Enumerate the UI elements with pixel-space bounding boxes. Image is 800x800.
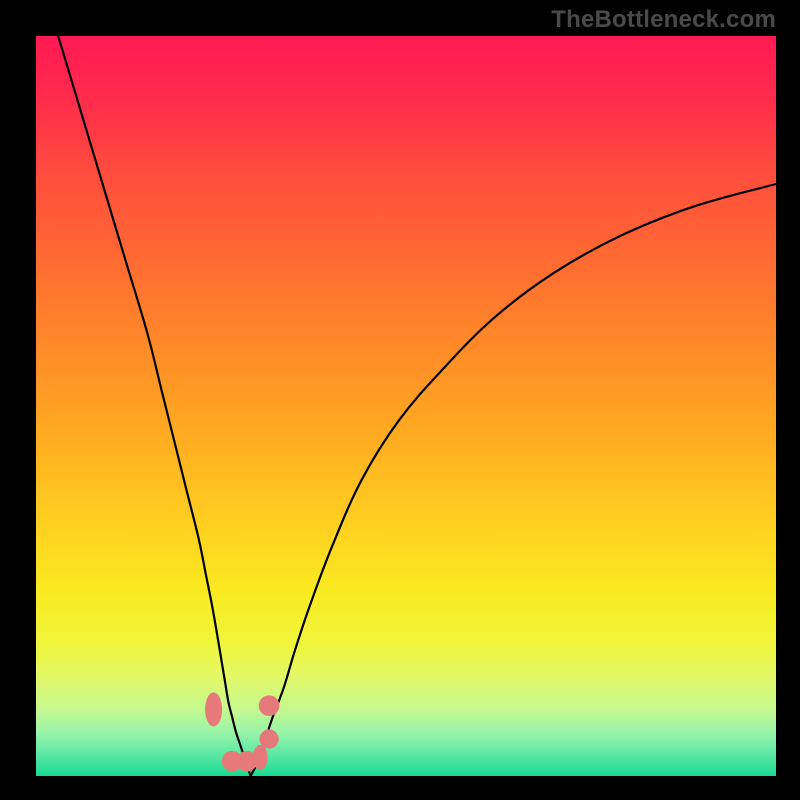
data-marker: [259, 729, 278, 748]
data-marker: [253, 745, 268, 770]
markers-group: [205, 692, 279, 771]
outer-frame: TheBottleneck.com: [0, 0, 800, 800]
chart-svg: [36, 36, 776, 776]
data-marker: [205, 692, 222, 726]
data-marker: [259, 695, 280, 716]
watermark-text: TheBottleneck.com: [551, 6, 776, 34]
left-curve: [58, 36, 250, 776]
right-curve: [251, 184, 776, 776]
plot-area: [36, 36, 776, 776]
